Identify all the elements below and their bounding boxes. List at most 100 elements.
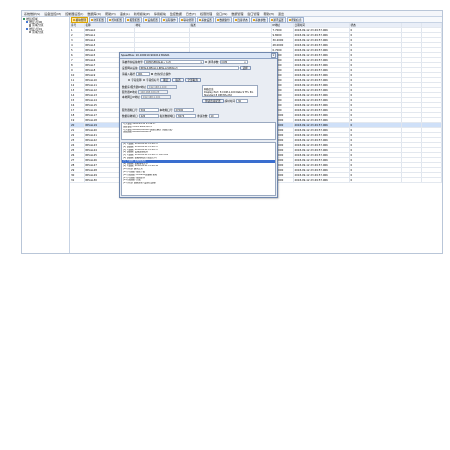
device-type-select[interactable]: COM(SERIAL接入方式)	[143, 60, 204, 64]
log-panel-bottom[interactable]: [1] 写数据: 2018-09-12 23:49:57 [2] 读数据: 201…	[121, 142, 276, 196]
retry-label: 重试次数	[197, 115, 208, 118]
menu-item[interactable]: 窗口(W)	[214, 12, 229, 16]
field-name-label: 字段名称	[131, 79, 142, 82]
menu-item[interactable]: 数据管理	[229, 12, 245, 16]
menu-item[interactable]: 停用模块	[152, 12, 168, 16]
menu-item[interactable]: 帮助(H)	[261, 12, 276, 16]
enable-checkbox[interactable]	[150, 72, 154, 76]
log-line: [15] 状态: 数据更新 (设备已连接)	[123, 182, 157, 185]
toolbar-button[interactable]: 帮助信息	[286, 16, 304, 23]
option-radio[interactable]	[204, 60, 208, 64]
folder-icon	[29, 31, 32, 34]
device-tree: 楼层/区域 楼层 /层00 区域/分区 楼层 /层01 区域/分区	[22, 17, 70, 253]
table-cell: 1	[441, 177, 442, 183]
apply-button[interactable]: 确定	[160, 78, 172, 82]
table-cell	[421, 177, 442, 183]
network-info-box: 网络信息 Display Port: 8 COM-1,100 Rate 9 TT…	[202, 85, 258, 97]
local-port-field[interactable]: 27000	[173, 108, 194, 112]
toolbar-button[interactable]: 防区配置	[88, 16, 106, 23]
db-ip-field[interactable]: 192.168.1.100	[146, 85, 177, 89]
toolbar-button-label: 设备配置	[147, 18, 158, 22]
speedbus-dialog: SpeedBus: 10.100010.901012 B0A01 × 请被查询设…	[119, 52, 278, 198]
local-ip-label: 本地网口IP地址	[122, 96, 140, 99]
table-cell	[401, 177, 422, 183]
test-connection-button[interactable]: 测试连接配置	[202, 99, 224, 103]
menu-item[interactable]: 数据库(D)	[85, 12, 103, 16]
toolbar-button[interactable]: 连接状态	[232, 16, 250, 23]
menu-item[interactable]: 帮助(H)	[103, 12, 118, 16]
log-line: 读取数据 REALL0-REALL31	[123, 131, 152, 134]
toolbar-button[interactable]: 系统设置	[196, 16, 214, 23]
toolbar-button-label: 数据备份	[219, 18, 230, 22]
toolbar-button-label: 通讯设置	[273, 18, 284, 22]
device-type-label: 请被查询设备类型	[122, 61, 143, 64]
option-label: 通讯参数	[208, 61, 219, 64]
field-index-radio[interactable]	[142, 78, 146, 82]
dialog-title-bar: SpeedBus: 10.100010.901012 B0A01 ×	[120, 53, 277, 59]
cancel-button[interactable]: 取消	[172, 78, 184, 82]
toolbar-button[interactable]: 数据备份	[214, 16, 232, 23]
toolbar-button[interactable]: 控制配置	[106, 16, 124, 23]
toolbar-button[interactable]: 系统参数	[250, 16, 268, 23]
toolbar-button[interactable]: 模块管理	[71, 16, 88, 23]
toolbar-button-label: 控制配置	[111, 18, 122, 22]
toolbar-button-label: 帮助信息	[291, 18, 302, 22]
dialog-title: SpeedBus: 10.100010.901012 B0A01	[121, 54, 170, 57]
menu-item[interactable]: 窗口管理	[245, 12, 261, 16]
field-name-radio[interactable]	[128, 78, 131, 82]
table-cell: 0	[349, 177, 402, 183]
cancel-all-button[interactable]: 全部取消	[184, 78, 201, 82]
server-port-field[interactable]: 502	[138, 108, 159, 112]
enable-label: 启用/禁止操作	[154, 73, 171, 76]
network-info-text: Display Port: 8 COM-1,100 Rate 9 TTL Pin…	[204, 90, 254, 97]
recv-port-label: 数据接收端口	[122, 115, 138, 118]
toolbar-button-label: 系统设置	[201, 18, 212, 22]
log-panel-top[interactable]: 写入参数 2018-09-12 23:49:57 读取参数 COM1:9600,N…	[121, 122, 276, 140]
timeout-label: 超时时间	[224, 100, 235, 103]
menu-item[interactable]: 设备监控(M)	[42, 12, 63, 16]
toolbar-button[interactable]: 远程操作	[160, 16, 178, 23]
toolbar-button[interactable]: 通讯设置	[268, 16, 286, 23]
menu-item[interactable]: 系统维护(S)	[22, 12, 42, 16]
menu-item[interactable]: 控制器设置(I)	[63, 12, 85, 16]
toolbar-button-label: 模块管理	[75, 18, 86, 22]
status-area	[70, 207, 442, 253]
tree-item-label: 区域/分区	[32, 31, 44, 35]
path-label: 请输入路径	[122, 73, 135, 76]
menu-item[interactable]: 权限管理	[198, 12, 214, 16]
local-ip-field[interactable]: 192.168.1.101	[140, 95, 171, 99]
toolbar-button-label: 连接状态	[237, 18, 248, 22]
toolbar-button[interactable]: 联动管理	[178, 16, 196, 23]
option-select[interactable]: COM	[219, 60, 248, 64]
toolbar-button[interactable]: 设备配置	[142, 16, 160, 23]
menu-item[interactable]: 新增模块(P)	[132, 12, 152, 16]
server-ip-field[interactable]: 192.168.100.23	[138, 90, 169, 94]
menu-item[interactable]: 监控数据	[168, 12, 184, 16]
close-icon[interactable]: ×	[271, 53, 276, 58]
toolbar-button-label: 防区配置	[93, 18, 104, 22]
menu-item[interactable]: 日志(T)	[184, 12, 198, 16]
table-cell: 2018-09-12 23:49:57.966	[293, 177, 350, 183]
menu-item[interactable]: 退出	[276, 12, 286, 16]
server-port-label: 服务器端口号	[122, 109, 138, 112]
send-port-field[interactable]: 8274	[176, 114, 197, 118]
toolbar-button-label: 系统参数	[255, 18, 266, 22]
server-ip-label: 服务器IP地址	[122, 91, 138, 94]
db-ip-label: 数据库/服务器IP地址	[122, 86, 146, 89]
local-port-label: 本地端口号	[159, 109, 173, 112]
path-field[interactable]: 001	[135, 72, 150, 76]
select-button[interactable]: 选择	[239, 66, 251, 70]
toolbar-button-label: 联动管理	[183, 18, 194, 22]
gateway-label: 设置网关设备	[122, 67, 138, 70]
timeout-field[interactable]: 30	[235, 99, 248, 103]
retry-field[interactable]: 10	[208, 114, 219, 118]
toolbar-button[interactable]: 报警配置	[124, 16, 142, 23]
menu-item[interactable]: 语言(L)	[118, 12, 132, 16]
tree-item[interactable]: 区域/分区	[22, 31, 69, 34]
toolbar-button-label: 远程操作	[165, 18, 176, 22]
toolbar-button-label: 报警配置	[129, 18, 140, 22]
send-port-label: 发送数据端口	[159, 115, 176, 118]
table-cell: 31	[70, 177, 85, 183]
recv-port-field[interactable]: 226	[138, 114, 159, 118]
gateway-field[interactable]: REAL0,REALL1,REALL2,REALL3	[138, 66, 239, 70]
